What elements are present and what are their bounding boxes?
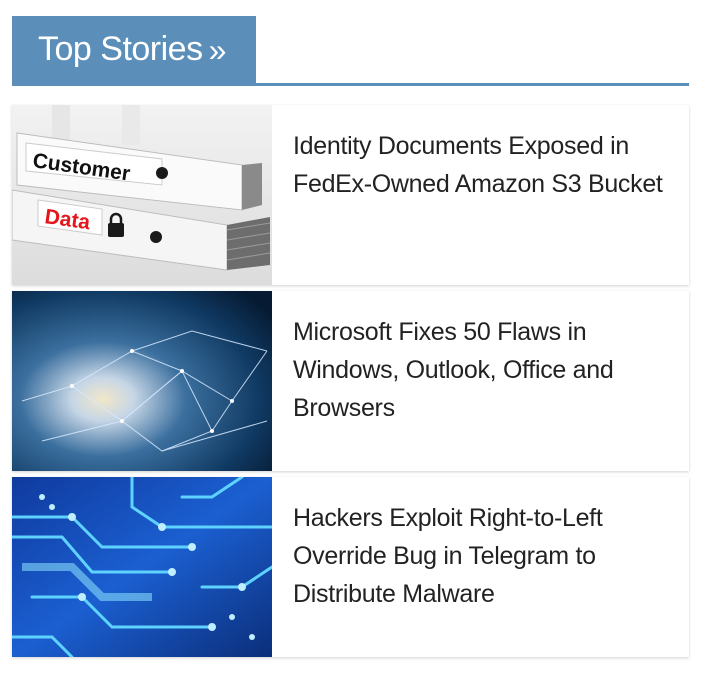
widget-header: Top Stories »: [12, 16, 689, 86]
story-thumbnail-binders[interactable]: Customer Data: [12, 105, 272, 285]
story-card[interactable]: Microsoft Fixes 50 Flaws in Windows, Out…: [12, 291, 689, 471]
story-title[interactable]: Identity Documents Exposed in FedEx-Owne…: [272, 105, 689, 285]
story-card[interactable]: Hackers Exploit Right-to-Left Override B…: [12, 477, 689, 657]
double-chevron-right-icon: »: [208, 31, 227, 68]
heading-label: Top Stories: [38, 30, 203, 68]
story-title[interactable]: Hackers Exploit Right-to-Left Override B…: [272, 477, 689, 657]
story-thumbnail-network[interactable]: [12, 291, 272, 471]
story-title[interactable]: Microsoft Fixes 50 Flaws in Windows, Out…: [272, 291, 689, 471]
story-list: Customer Data Identity Documents Exposed…: [12, 105, 689, 663]
top-stories-heading[interactable]: Top Stories »: [12, 16, 256, 83]
top-stories-widget: Top Stories » Customer Data Identity Doc…: [12, 16, 689, 657]
story-card[interactable]: Customer Data Identity Documents Exposed…: [12, 105, 689, 285]
story-thumbnail-circuit[interactable]: [12, 477, 272, 657]
